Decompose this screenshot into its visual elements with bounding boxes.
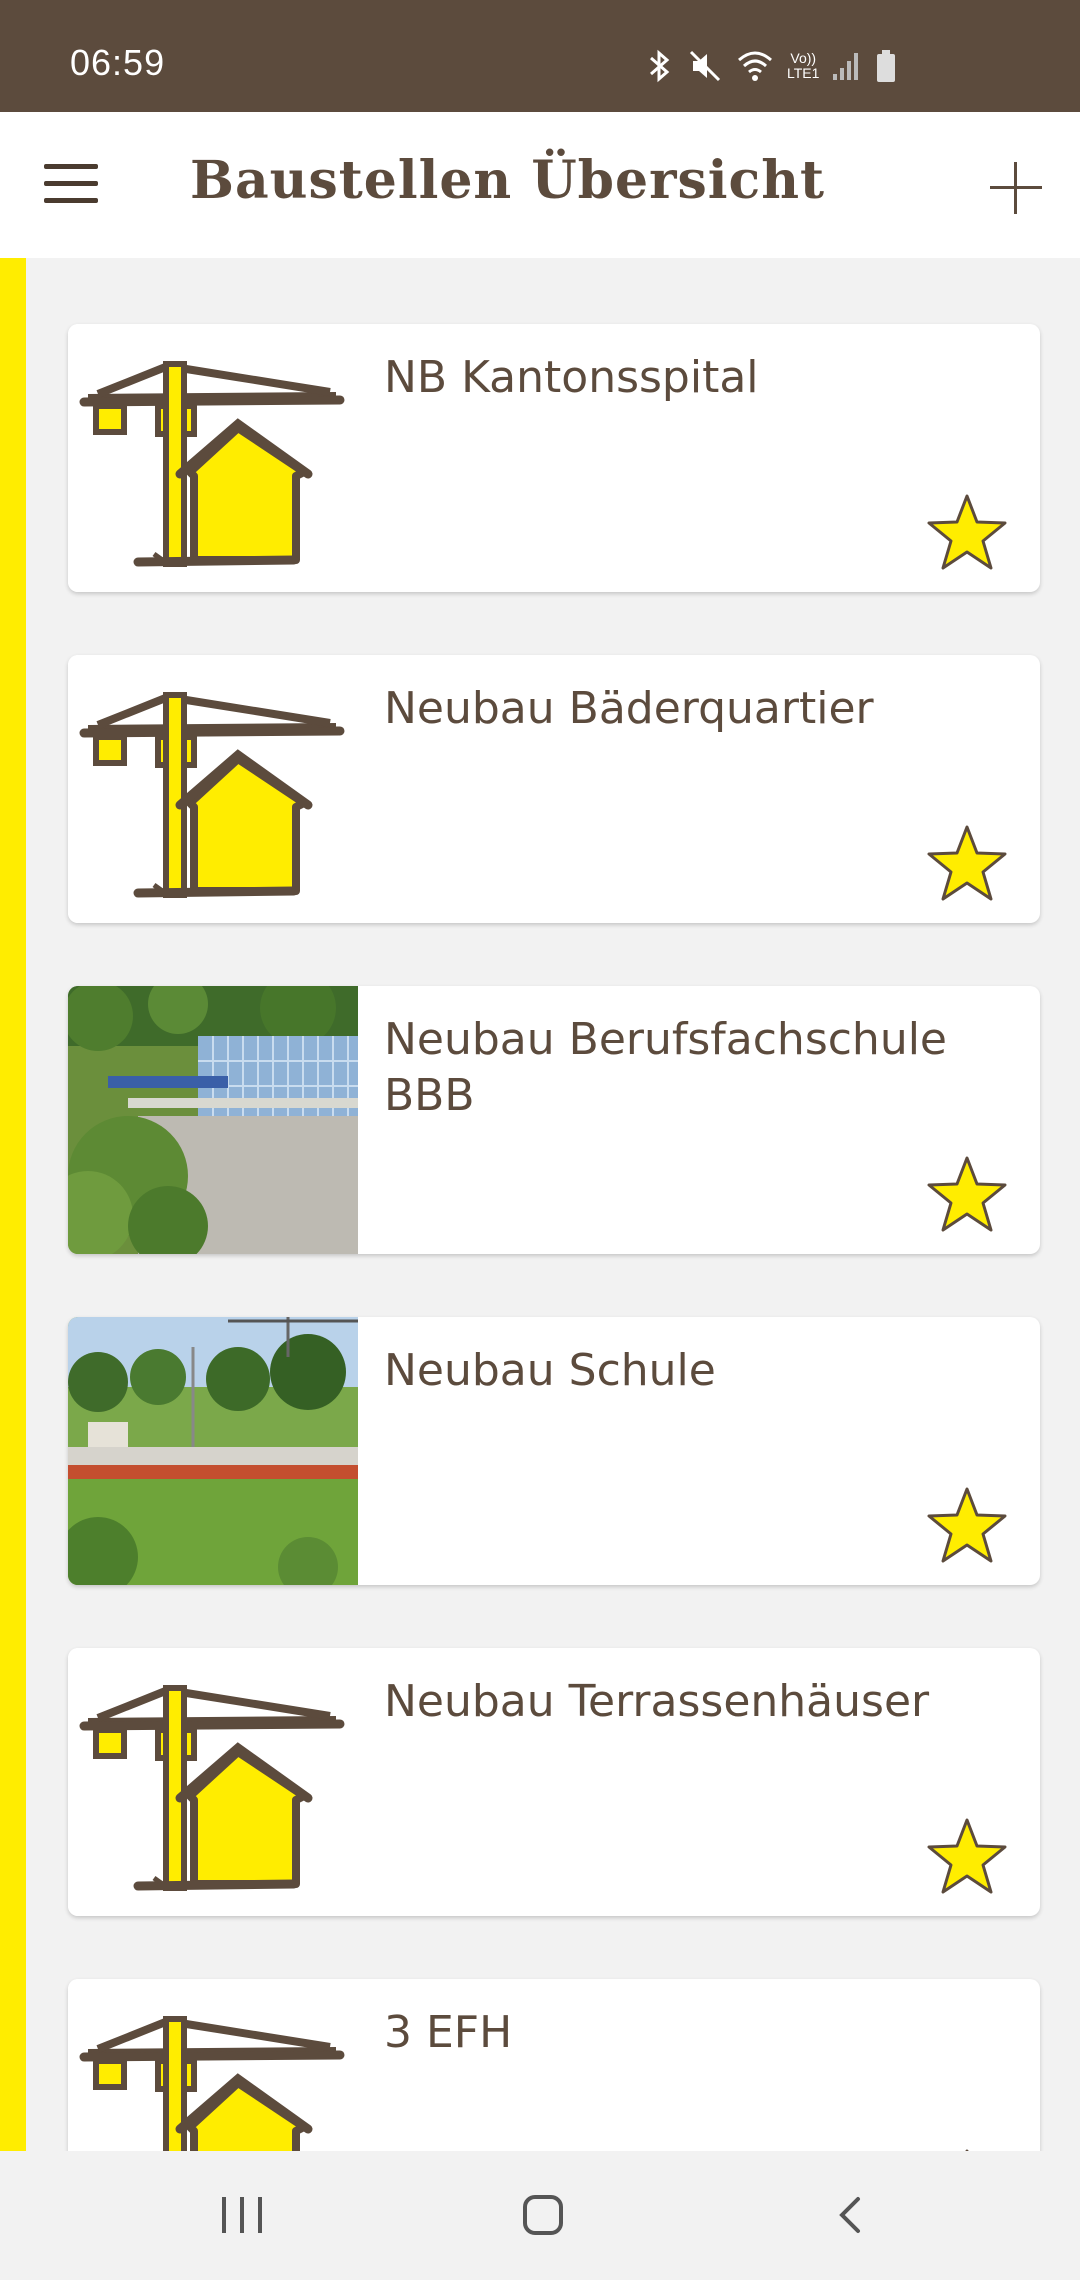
project-title: Neubau Bäderquartier — [384, 683, 874, 734]
crane-house-logo — [68, 655, 358, 923]
recent-apps-icon[interactable] — [222, 2197, 264, 2233]
project-title: NB Kantonsspital — [384, 352, 759, 403]
building-photo — [68, 986, 358, 1254]
crane-house-logo — [68, 1648, 358, 1916]
network-type: Vo)) LTE1 — [787, 51, 819, 81]
project-card[interactable]: 3 EFH — [68, 1979, 1040, 2151]
battery-icon — [877, 50, 896, 82]
wifi-icon — [738, 51, 772, 81]
favorite-star-icon[interactable] — [926, 1154, 1008, 1234]
crane-house-logo — [68, 1979, 358, 2151]
project-card[interactable]: Neubau Schule — [68, 1317, 1040, 1585]
crane-house-logo — [68, 324, 358, 592]
project-title: 3 EFH — [384, 2007, 513, 2058]
network-label-top: Vo)) — [790, 50, 817, 66]
status-time: 06:59 — [70, 42, 166, 83]
favorite-star-icon[interactable] — [926, 1816, 1008, 1896]
system-nav-bar — [0, 2151, 1080, 2280]
construction-site-photo — [68, 1317, 358, 1585]
project-card[interactable]: Neubau Bäderquartier — [68, 655, 1040, 923]
signal-icon — [833, 53, 859, 80]
add-project-button[interactable] — [990, 162, 1042, 214]
project-title: Neubau Berufsfachschule BBB — [384, 1014, 947, 1121]
mute-icon — [689, 50, 721, 82]
hamburger-menu-icon[interactable] — [44, 164, 98, 206]
favorite-star-icon[interactable] — [926, 823, 1008, 903]
page-title: Baustellen Übersicht — [190, 150, 826, 211]
accent-bar — [0, 258, 26, 2151]
favorite-star-icon[interactable] — [926, 492, 1008, 572]
project-card[interactable]: Neubau Terrassenhäuser — [68, 1648, 1040, 1916]
network-label-bottom: LTE1 — [787, 65, 820, 81]
status-icons: Vo)) LTE1 — [645, 46, 897, 86]
back-icon[interactable] — [830, 2195, 870, 2235]
project-list[interactable]: NB Kantonsspital Neubau Bäderquartier Ne… — [0, 258, 1080, 2151]
home-icon[interactable] — [523, 2195, 563, 2235]
app-bar: Baustellen Übersicht — [0, 112, 1080, 258]
project-card[interactable]: Neubau Berufsfachschule BBB — [68, 986, 1040, 1254]
project-title: Neubau Schule — [384, 1345, 716, 1396]
bluetooth-icon — [650, 49, 670, 83]
status-bar: 06:59 Vo)) LTE1 — [0, 0, 1080, 112]
project-title: Neubau Terrassenhäuser — [384, 1676, 930, 1727]
favorite-star-icon[interactable] — [926, 1485, 1008, 1565]
project-card[interactable]: NB Kantonsspital — [68, 324, 1040, 592]
